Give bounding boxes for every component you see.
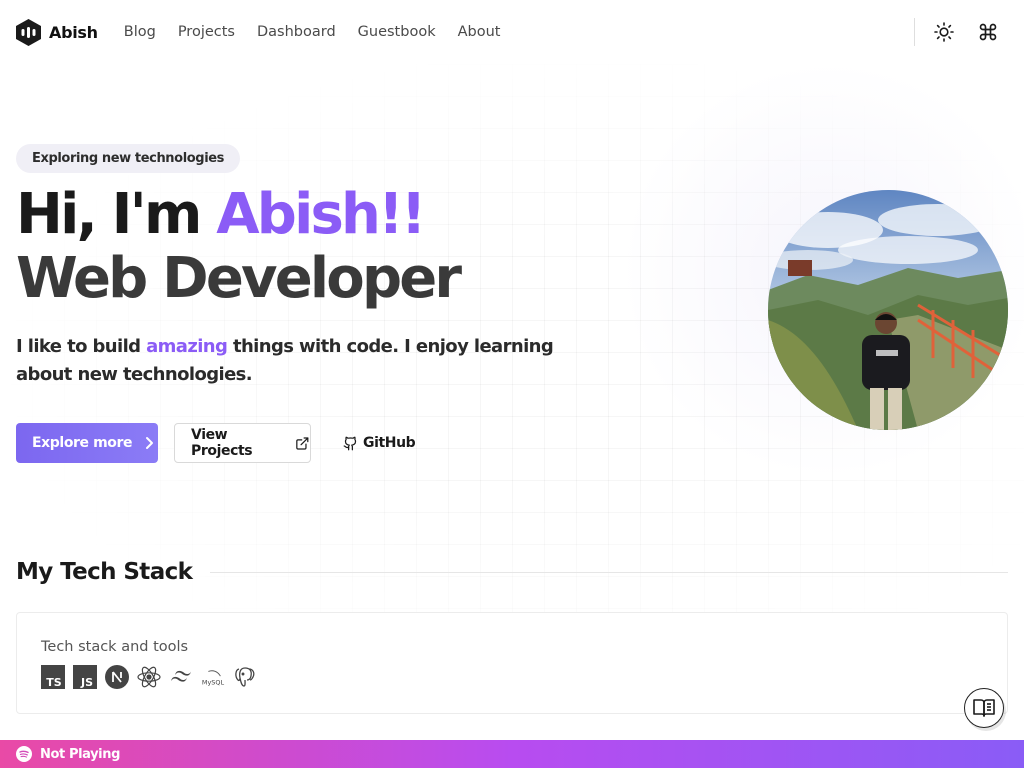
view-projects-label: View Projects: [191, 427, 253, 459]
site-header: Abish Blog Projects Dashboard Guestbook …: [0, 0, 1024, 64]
header-actions: [914, 0, 1024, 64]
svg-text:MySQL: MySQL: [202, 678, 225, 686]
header-divider: [914, 18, 915, 46]
nextjs-icon: [105, 665, 129, 689]
view-projects-button[interactable]: View Projects: [174, 423, 311, 463]
tech-stack-header: My Tech Stack: [16, 554, 1008, 590]
intro-text-before: I like to build: [16, 336, 147, 357]
command-menu-button[interactable]: [973, 17, 1003, 47]
external-link-icon: [296, 436, 309, 450]
explore-more-button[interactable]: Explore more: [16, 423, 158, 463]
book-open-icon: [973, 699, 995, 717]
tailwind-icon: [169, 665, 193, 689]
explore-more-label: Explore more: [32, 435, 133, 451]
nav-projects[interactable]: Projects: [178, 24, 235, 40]
profile-photo-illustration: [768, 190, 1008, 430]
nav-guestbook[interactable]: Guestbook: [358, 24, 436, 40]
hero-intro: I like to build amazing things with code…: [16, 333, 576, 389]
hero-name: Abish!!: [216, 182, 426, 247]
spotify-icon: [16, 746, 32, 762]
theme-toggle-button[interactable]: [929, 17, 959, 47]
tech-icon-row: TS JS MySQL: [41, 665, 257, 689]
github-icon: [343, 436, 357, 450]
hero-section: Exploring new technologies Hi, I'm Abish…: [16, 144, 616, 463]
main-nav: Blog Projects Dashboard Guestbook About: [124, 24, 501, 40]
command-icon: [979, 23, 997, 41]
profile-photo: [768, 190, 1008, 430]
sun-icon: [934, 22, 954, 42]
typescript-icon: TS: [41, 665, 65, 689]
javascript-icon: JS: [73, 665, 97, 689]
chevron-right-icon: [146, 437, 154, 449]
mysql-icon: MySQL: [201, 665, 225, 689]
hero-heading: Hi, I'm Abish!! Web Developer: [16, 183, 616, 311]
logo-icon: [16, 18, 41, 46]
react-icon: [137, 665, 161, 689]
github-button[interactable]: GitHub: [327, 423, 416, 463]
intro-highlight: amazing: [146, 336, 228, 357]
nav-blog[interactable]: Blog: [124, 24, 156, 40]
hero-greeting: Hi, I'm: [16, 182, 217, 247]
tech-stack-title: My Tech Stack: [16, 559, 193, 585]
svg-text:TS: TS: [46, 676, 62, 689]
section-divider: [210, 571, 1008, 573]
nav-dashboard[interactable]: Dashboard: [257, 24, 336, 40]
logo-link[interactable]: Abish: [16, 18, 98, 46]
hero-role: Web Developer: [16, 246, 462, 311]
nav-about[interactable]: About: [458, 24, 501, 40]
now-playing-status: Not Playing: [40, 746, 120, 762]
now-playing-bar[interactable]: Not Playing: [0, 740, 1024, 768]
postgresql-icon: [233, 665, 257, 689]
brand-name: Abish: [49, 22, 98, 42]
tech-stack-card-label: Tech stack and tools: [41, 639, 189, 655]
hero-actions: Explore more View Projects GitHub: [16, 423, 616, 463]
tech-stack-card: Tech stack and tools TS JS MySQL: [16, 612, 1008, 714]
svg-text:JS: JS: [80, 676, 93, 689]
reader-mode-button[interactable]: [964, 688, 1004, 728]
hero-badge: Exploring new technologies: [16, 144, 241, 173]
github-label: GitHub: [363, 435, 416, 451]
